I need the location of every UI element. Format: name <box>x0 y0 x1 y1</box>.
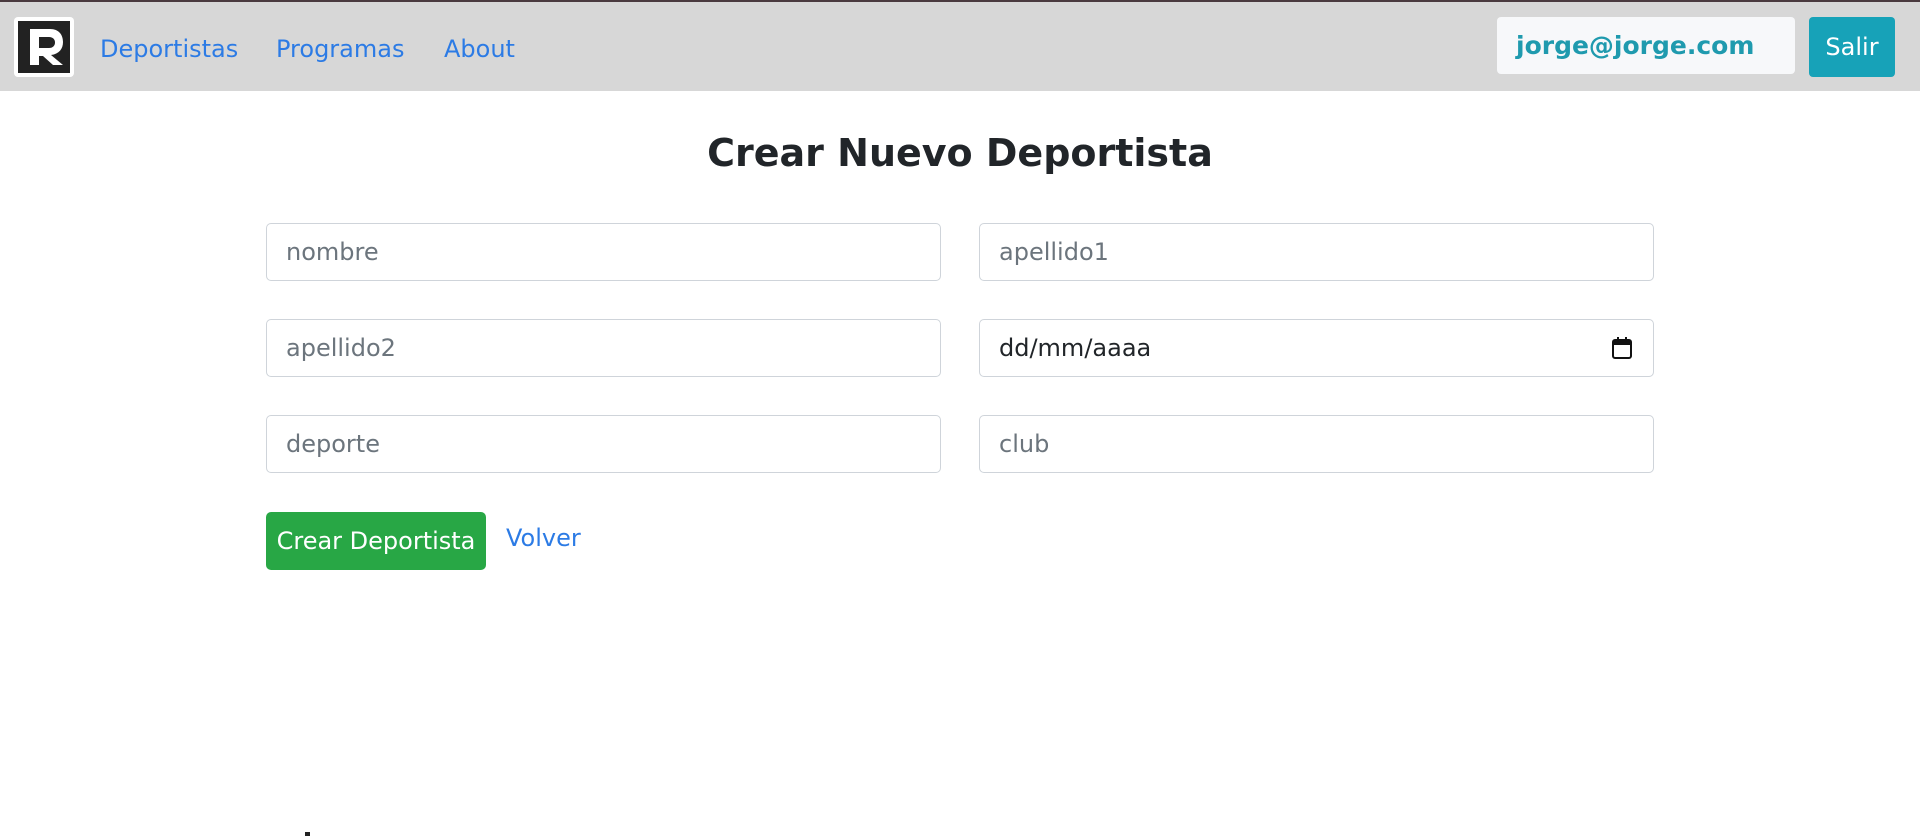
nav-link-deportistas[interactable]: Deportistas <box>100 33 238 65</box>
r-logo-icon[interactable] <box>14 17 74 77</box>
nombre-input[interactable] <box>266 223 941 281</box>
deporte-input[interactable] <box>266 415 941 473</box>
nav-link-about[interactable]: About <box>444 33 515 65</box>
fecha-nacimiento-input[interactable]: dd/mm/aaaa <box>979 319 1654 377</box>
apellido2-input[interactable] <box>266 319 941 377</box>
calendar-icon[interactable] <box>1610 336 1634 360</box>
user-email-display: jorge@jorge.com <box>1497 17 1795 74</box>
create-athlete-button[interactable]: Crear Deportista <box>266 512 486 570</box>
club-input[interactable] <box>979 415 1654 473</box>
back-link[interactable]: Volver <box>506 522 581 554</box>
page-title: Crear Nuevo Deportista <box>707 131 1213 175</box>
date-format-placeholder: dd/mm/aaaa <box>999 334 1152 362</box>
navbar: Deportistas Programas About jorge@jorge.… <box>0 2 1920 91</box>
nav-link-programas[interactable]: Programas <box>276 33 404 65</box>
apellido1-input[interactable] <box>979 223 1654 281</box>
footer-fragment <box>305 832 310 836</box>
logout-button[interactable]: Salir <box>1809 17 1895 77</box>
